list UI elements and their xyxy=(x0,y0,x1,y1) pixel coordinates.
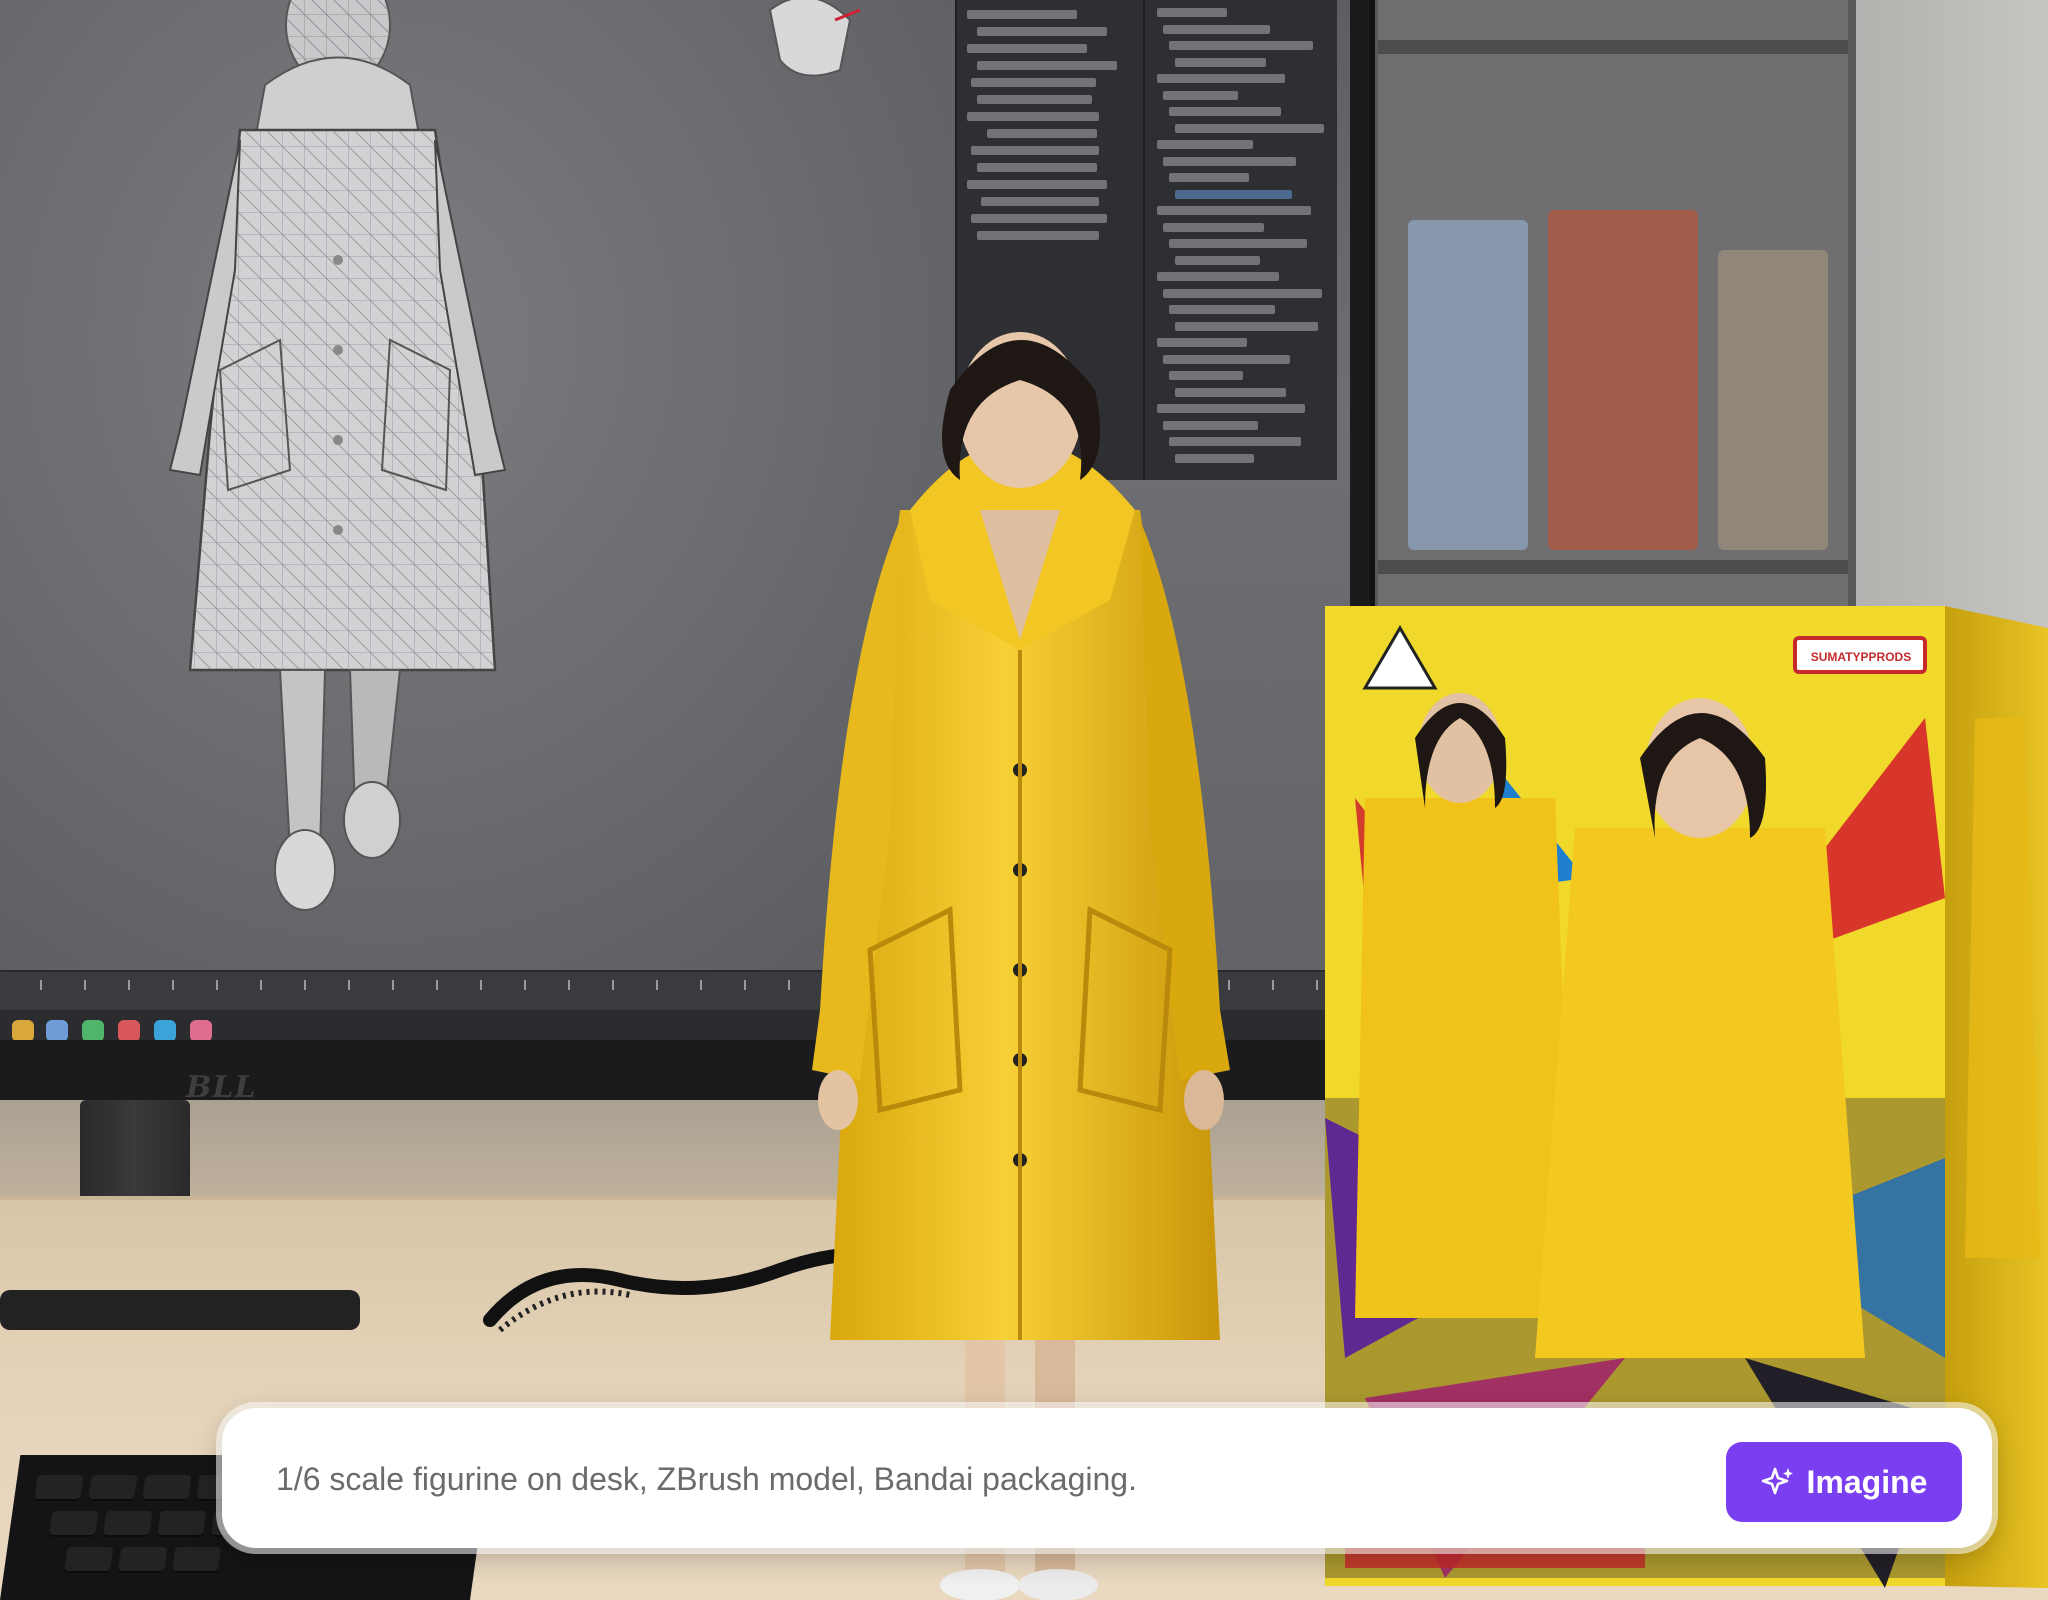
timeline-tick xyxy=(524,980,526,990)
timeline-tick xyxy=(612,980,614,990)
outliner-row[interactable] xyxy=(971,146,1099,155)
keyboard-key xyxy=(171,1547,222,1573)
timeline-tick xyxy=(568,980,570,990)
shelf-board xyxy=(1378,40,1848,54)
timeline-tick xyxy=(84,980,86,990)
outliner-row[interactable] xyxy=(977,231,1099,240)
outliner-row[interactable] xyxy=(1169,173,1249,182)
keyboard-key xyxy=(102,1511,153,1537)
outliner-row[interactable] xyxy=(1163,24,1270,34)
outliner-row[interactable] xyxy=(977,61,1117,70)
keyboard-key xyxy=(48,1511,99,1537)
dock-tool-icon[interactable] xyxy=(82,1020,104,1040)
outliner-row[interactable] xyxy=(1175,123,1324,133)
dock-tool-icon[interactable] xyxy=(12,1020,34,1040)
outliner-row[interactable] xyxy=(967,10,1077,19)
monitor-brand-logo: BLL xyxy=(186,1070,257,1105)
dock-tool-icon[interactable] xyxy=(118,1020,140,1040)
outliner-row[interactable] xyxy=(1163,288,1322,298)
outliner-row[interactable] xyxy=(1175,57,1266,67)
dock-tool-icon[interactable] xyxy=(154,1020,176,1040)
outliner-row[interactable] xyxy=(1157,206,1311,215)
timeline-tick xyxy=(348,980,350,990)
timeline-tick xyxy=(216,980,218,990)
shelf-collectible xyxy=(1548,210,1698,550)
outliner-row[interactable] xyxy=(1157,8,1227,17)
outliner-row[interactable] xyxy=(1169,41,1313,50)
timeline-tick xyxy=(656,980,658,990)
outliner-row[interactable] xyxy=(971,214,1107,223)
outliner-row[interactable] xyxy=(1157,272,1279,281)
background-shelf xyxy=(1370,0,1856,620)
timeline-tick xyxy=(1316,980,1318,990)
keyboard-key xyxy=(33,1475,84,1501)
keyboard-key xyxy=(141,1475,192,1501)
monitor-base xyxy=(0,1290,360,1330)
box-corner-label: SUMATYPPRODS xyxy=(1810,650,1912,664)
shelf-collectible xyxy=(1718,250,1828,550)
timeline-tick xyxy=(392,980,394,990)
outliner-row[interactable] xyxy=(967,44,1087,53)
outliner-row[interactable] xyxy=(977,27,1107,36)
scene: BLL SUMATYPPRODS 1/6 scale figurine on d… xyxy=(0,0,2048,1600)
outliner-row[interactable] xyxy=(1157,74,1285,83)
shelf-board xyxy=(1378,560,1848,574)
timeline-tick xyxy=(172,980,174,990)
outliner-row[interactable] xyxy=(1175,255,1260,265)
wireframe-object xyxy=(768,0,861,77)
timeline-tick xyxy=(260,980,262,990)
dock-tool-icon[interactable] xyxy=(190,1020,212,1040)
timeline-tick xyxy=(304,980,306,990)
imagine-button-label: Imagine xyxy=(1806,1463,1928,1500)
outliner-row[interactable] xyxy=(1163,90,1238,100)
prompt-bar: Imagine xyxy=(222,1408,1992,1548)
outliner-row[interactable] xyxy=(981,197,1099,206)
timeline-tick xyxy=(480,980,482,990)
wireframe-figure xyxy=(168,0,507,911)
outliner-row[interactable] xyxy=(967,180,1107,189)
keyboard-key xyxy=(87,1475,138,1501)
outliner-row[interactable] xyxy=(977,95,1092,104)
timeline-tick xyxy=(700,980,702,990)
keyboard-key xyxy=(117,1547,168,1573)
outliner-row[interactable] xyxy=(1157,140,1253,149)
outliner-row[interactable] xyxy=(1169,107,1281,116)
outliner-row[interactable] xyxy=(1175,189,1292,199)
yellow-raincoat-figurine xyxy=(812,332,1230,1600)
shelf-collectible xyxy=(1408,220,1528,550)
timeline-tick xyxy=(40,980,42,990)
timeline-tick xyxy=(436,980,438,990)
imagine-button[interactable]: Imagine xyxy=(1726,1442,1962,1522)
outliner-row[interactable] xyxy=(1169,239,1307,248)
outliner-row[interactable] xyxy=(1163,156,1296,166)
outliner-row[interactable] xyxy=(987,129,1097,138)
dock-tool-icon[interactable] xyxy=(46,1020,68,1040)
timeline-tick xyxy=(1272,980,1274,990)
outliner-row[interactable] xyxy=(971,78,1096,87)
prompt-input[interactable] xyxy=(274,1438,1678,1520)
outliner-row[interactable] xyxy=(977,163,1097,172)
keyboard-key xyxy=(156,1511,207,1537)
timeline-tick xyxy=(744,980,746,990)
outliner-row[interactable] xyxy=(1163,222,1264,232)
timeline-tick xyxy=(128,980,130,990)
keyboard-key xyxy=(63,1547,114,1573)
sparkle-icon xyxy=(1761,1467,1793,1495)
outliner-row[interactable] xyxy=(967,112,1099,121)
